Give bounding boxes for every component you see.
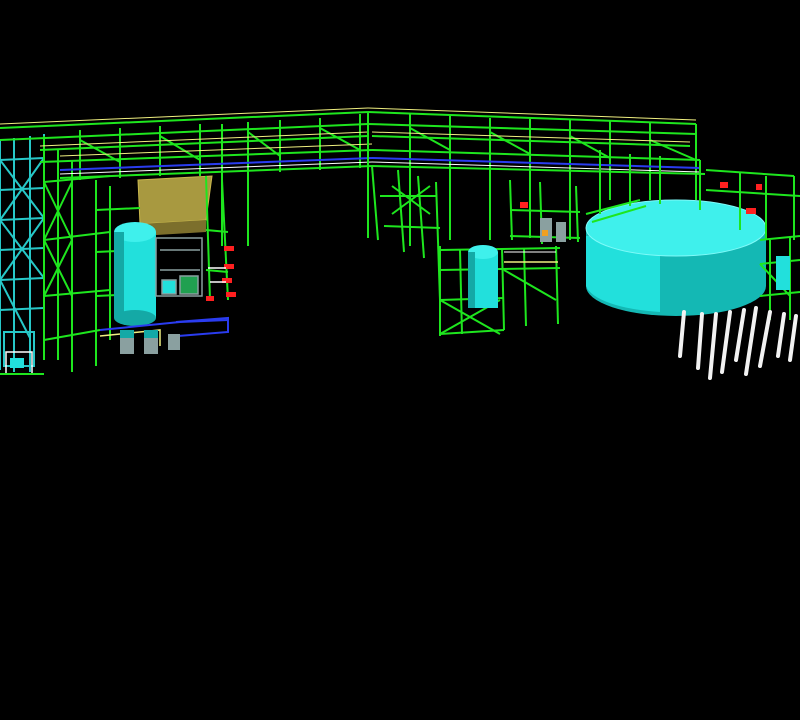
pump-set[interactable] xyxy=(120,330,180,354)
vertical-vessel-left[interactable] xyxy=(114,222,156,326)
rack-legs-middle[interactable] xyxy=(371,165,441,301)
foundation-piles[interactable] xyxy=(678,306,798,380)
left-tower[interactable] xyxy=(0,134,45,372)
middle-small-tank[interactable] xyxy=(468,245,498,308)
3d-model-viewport[interactable] xyxy=(0,0,800,720)
middle-structure[interactable] xyxy=(439,245,561,336)
plant-model-icon[interactable] xyxy=(0,0,800,720)
building-internal-equipment[interactable] xyxy=(155,237,203,297)
left-pump-skid[interactable] xyxy=(0,331,44,375)
middle-platform-pipes[interactable] xyxy=(504,251,558,263)
